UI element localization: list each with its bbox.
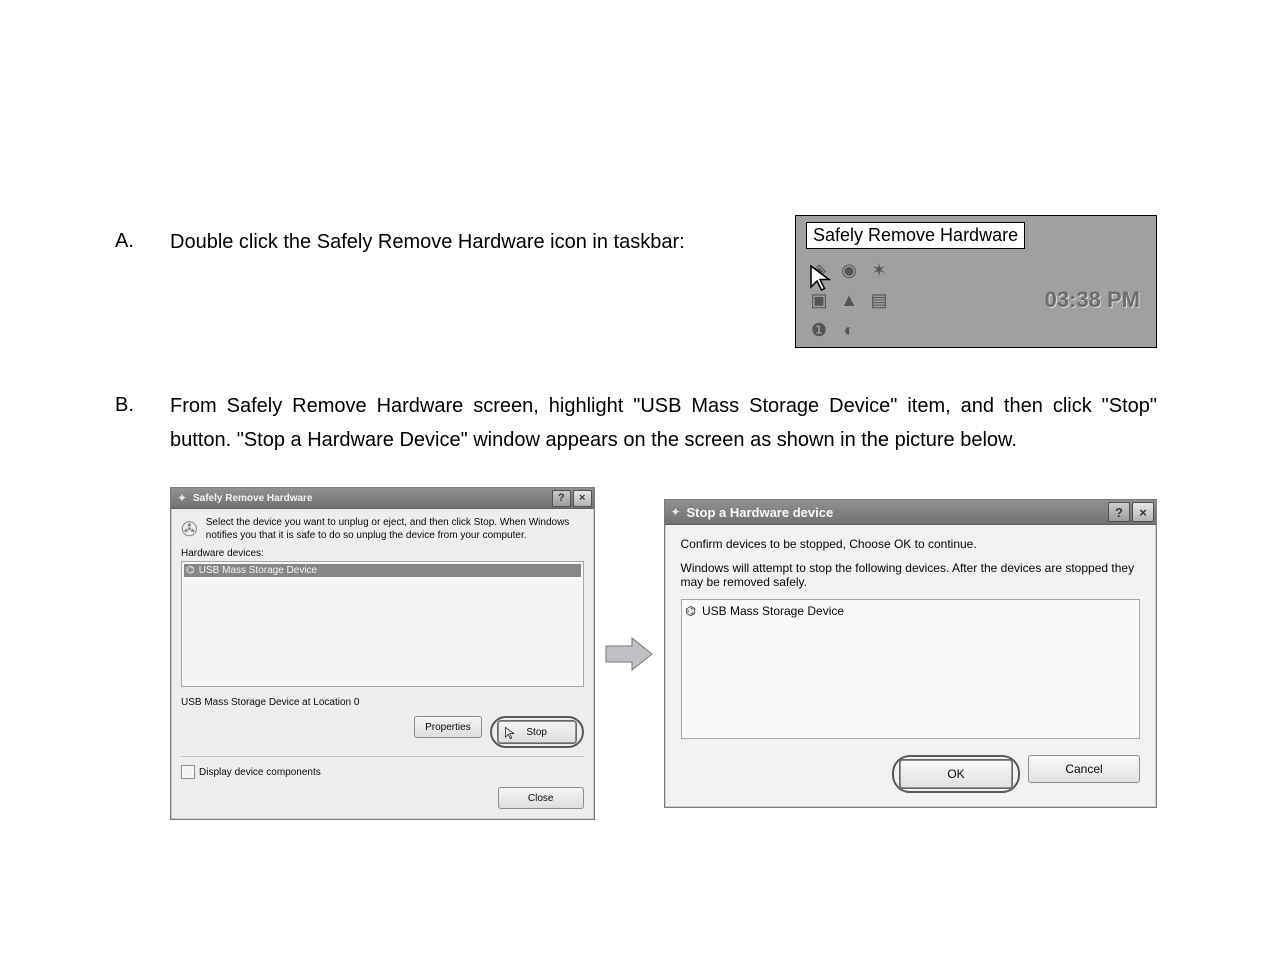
tray-display-icon[interactable]: ▤ [866,287,892,313]
hardware-devices-label: Hardware devices: [181,548,584,559]
tray-network-icon[interactable]: ✶ [866,257,892,283]
display-components-checkbox[interactable]: Display device components [181,765,321,779]
dialog-titlebar-right: ✦ Stop a Hardware device ? × [665,500,1157,525]
close-dialog-button[interactable]: Close [498,787,584,809]
help-button[interactable]: ? [552,490,571,507]
dialog-intro-text: Select the device you want to unplug or … [206,517,584,542]
tray-sync-icon[interactable]: ◐ [836,317,862,343]
hardware-devices-list[interactable]: ⌬ USB Mass Storage Device [181,561,584,687]
titlebar-usb-icon-right: ✦ [669,505,683,519]
dialog-large-icon: ✇ [181,517,198,542]
stop-devices-list[interactable]: ⌬ USB Mass Storage Device [681,599,1141,739]
safely-remove-hardware-dialog: ✦ Safely Remove Hardware ? × ✇ Select th… [170,487,595,820]
properties-button[interactable]: Properties [414,716,482,738]
titlebar-usb-icon: ✦ [175,491,189,505]
dialog-title-left: Safely Remove Hardware [193,493,313,504]
step-a-text: Double click the Safely Remove Hardware … [170,225,790,259]
help-button-right[interactable]: ? [1108,502,1130,522]
cursor-icon [808,263,838,293]
tray-info-icon[interactable]: ▲ [836,287,862,313]
device-status-text: USB Mass Storage Device at Location 0 [181,697,584,708]
safely-remove-tooltip: Safely Remove Hardware [806,222,1025,249]
tray-shield-icon[interactable]: ◉ [836,257,862,283]
close-button[interactable]: × [573,490,592,507]
device-usb-icon: ⌬ [186,565,195,576]
device-item-selected[interactable]: ⌬ USB Mass Storage Device [184,564,581,577]
cursor-on-stop-icon [504,726,518,740]
confirm-text: Confirm devices to be stopped, Choose OK… [681,537,1141,551]
step-b-text: From Safely Remove Hardware screen, high… [170,389,1157,457]
step-a-label: A. [115,225,170,257]
cancel-button[interactable]: Cancel [1028,755,1140,783]
step-b-label: B. [115,389,170,421]
dialog-titlebar-left: ✦ Safely Remove Hardware ? × [171,488,594,509]
taskbar-tray-area: ◈ ◉ ✶ ▣ ▲ ▤ ❶ ◐ 03:38 PM [796,253,1156,347]
arrow-icon [595,634,664,674]
attempt-text: Windows will attempt to stop the followi… [681,561,1141,589]
taskbar-screenshot: Safely Remove Hardware ◈ ◉ ✶ ▣ ▲ ▤ ❶ ◐ 0… [795,215,1157,348]
taskbar-clock: 03:38 PM [892,287,1146,313]
tray-alert-icon[interactable]: ❶ [806,317,832,343]
stop-hardware-device-dialog: ✦ Stop a Hardware device ? × Confirm dev… [664,499,1158,808]
device-usb-icon-right: ⌬ [686,604,696,618]
stop-device-label: USB Mass Storage Device [702,604,844,618]
dialog-row: ✦ Safely Remove Hardware ? × ✇ Select th… [170,487,1157,820]
device-item-label: USB Mass Storage Device [199,565,317,576]
stop-device-item[interactable]: ⌬ USB Mass Storage Device [686,604,1136,618]
dialog-title-right: Stop a Hardware device [687,505,834,520]
display-components-label: Display device components [199,767,321,778]
ok-button[interactable]: OK [900,760,1012,788]
ok-highlight-oval: OK [892,755,1020,793]
step-b: B. From Safely Remove Hardware screen, h… [115,389,1157,457]
close-button-right[interactable]: × [1132,502,1154,522]
